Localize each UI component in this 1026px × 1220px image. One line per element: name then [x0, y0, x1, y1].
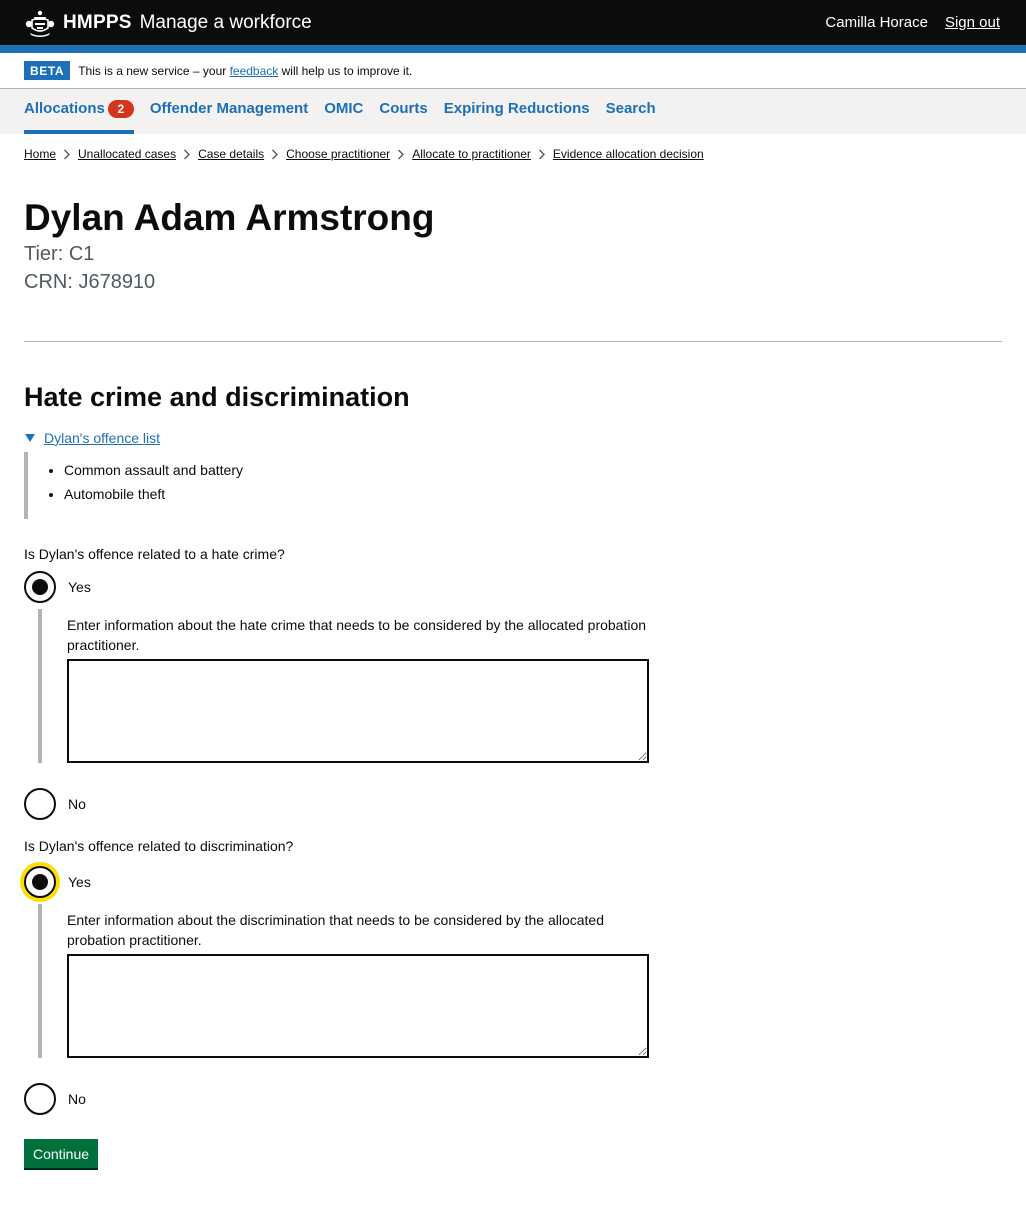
- hate-crime-conditional: Enter information about the hate crime t…: [38, 608, 1002, 763]
- breadcrumb: Home Unallocated cases Case details Choo…: [0, 134, 1026, 161]
- phase-banner-text: This is a new service – your feedback wi…: [78, 64, 412, 78]
- discrimination-yes-radio[interactable]: Yes: [24, 865, 1002, 898]
- continue-button[interactable]: Continue: [24, 1138, 99, 1168]
- chevron-right-icon: [176, 147, 198, 161]
- page-title: Dylan Adam Armstrong: [24, 197, 435, 238]
- main-content: Dylan Adam Armstrong Tier: C1 CRN: J6789…: [0, 197, 1026, 1168]
- crn-caption: CRN: J678910: [24, 270, 156, 293]
- radio-dot: [32, 873, 48, 890]
- offence-list-summary: Dylan's offence list: [44, 429, 161, 446]
- chevron-right-icon: [264, 147, 286, 161]
- chevron-right-icon: [531, 147, 553, 161]
- header-service-name[interactable]: Manage a workforce: [140, 12, 312, 34]
- nav-item-allocations[interactable]: Allocations 2: [24, 89, 134, 134]
- offence-item: Automobile theft: [64, 485, 1002, 503]
- discrimination-question-label: Is Dylan's offence related to discrimina…: [24, 837, 294, 854]
- discrimination-question: Is Dylan's offence related to discrimina…: [24, 837, 1002, 1115]
- radio-button-selected[interactable]: [24, 570, 56, 603]
- offence-list-body: Common assault and battery Automobile th…: [24, 451, 1002, 519]
- nav-item-label: Offender Management: [149, 100, 309, 117]
- hate-crime-no-radio[interactable]: No: [24, 787, 1002, 820]
- beta-tag: BETA: [24, 61, 71, 80]
- discrimination-textarea[interactable]: [67, 953, 649, 1058]
- radio-label: Yes: [68, 873, 91, 890]
- header-accent-bar: [0, 45, 1026, 53]
- section-heading: Hate crime and discrimination: [24, 381, 410, 412]
- radio-label: Yes: [68, 578, 91, 595]
- hate-crime-textarea[interactable]: [67, 658, 649, 763]
- nav-item-courts[interactable]: Courts: [379, 89, 427, 134]
- nav-item-omic[interactable]: OMIC: [324, 89, 363, 134]
- radio-dot: [32, 578, 48, 595]
- nav-item-label: Expiring Reductions: [443, 100, 590, 117]
- discrimination-hint: Enter information about the discriminati…: [67, 911, 604, 948]
- radio-button-selected[interactable]: [24, 865, 56, 898]
- breadcrumb-allocate-to-practitioner[interactable]: Allocate to practitioner: [412, 147, 531, 161]
- phase-text-before: This is a new service – your: [78, 63, 230, 78]
- chevron-right-icon: [56, 147, 78, 161]
- triangle-down-icon: [25, 433, 35, 442]
- hate-crime-question: Is Dylan's offence related to a hate cri…: [24, 545, 1002, 820]
- radio-label: No: [68, 795, 86, 812]
- phase-banner: BETA This is a new service – your feedba…: [0, 53, 1026, 89]
- nav-item-label: OMIC: [324, 100, 364, 117]
- feedback-link[interactable]: feedback: [230, 64, 279, 78]
- radio-button[interactable]: [24, 1082, 56, 1115]
- breadcrumb-evidence-allocation-decision[interactable]: Evidence allocation decision: [553, 147, 704, 161]
- offence-item: Common assault and battery: [64, 461, 1002, 479]
- nav-item-expiring-reductions[interactable]: Expiring Reductions: [444, 89, 590, 134]
- discrimination-conditional: Enter information about the discriminati…: [38, 903, 1002, 1058]
- offence-list-details: Dylan's offence list Common assault and …: [24, 430, 1002, 519]
- phase-text-after: will help us to improve it.: [278, 63, 413, 78]
- nav-item-label: Courts: [379, 100, 428, 117]
- header-org-name: HMPPS: [63, 11, 132, 33]
- nav-item-label: Search: [605, 100, 656, 117]
- hate-crime-yes-radio[interactable]: Yes: [24, 570, 1002, 603]
- chevron-right-icon: [390, 147, 412, 161]
- breadcrumb-case-details[interactable]: Case details: [198, 147, 264, 161]
- site-header: HMPPS Manage a workforce Camilla Horace …: [0, 0, 1026, 45]
- breadcrumb-unallocated-cases[interactable]: Unallocated cases: [78, 147, 176, 161]
- hate-crime-hint: Enter information about the hate crime t…: [67, 616, 647, 653]
- section-divider: [24, 340, 1002, 342]
- radio-button[interactable]: [24, 787, 56, 820]
- allocations-count-badge: 2: [107, 99, 134, 118]
- nav-item-search[interactable]: Search: [606, 89, 656, 134]
- header-brand[interactable]: HMPPS Manage a workforce: [24, 8, 312, 38]
- tier-caption: Tier: C1: [24, 242, 95, 265]
- breadcrumb-home[interactable]: Home: [24, 147, 56, 161]
- crown-crest-icon: [24, 8, 56, 38]
- hate-crime-question-label: Is Dylan's offence related to a hate cri…: [24, 545, 285, 562]
- discrimination-no-radio[interactable]: No: [24, 1082, 1002, 1115]
- breadcrumb-choose-practitioner[interactable]: Choose practitioner: [286, 147, 390, 161]
- nav-item-offender-management[interactable]: Offender Management: [150, 89, 308, 134]
- user-name: Camilla Horace: [825, 14, 928, 31]
- sign-out-link[interactable]: Sign out: [945, 14, 1000, 31]
- primary-navigation: Allocations 2 Offender Management OMIC C…: [0, 89, 1026, 134]
- nav-item-label: Allocations: [24, 100, 105, 117]
- radio-label: No: [68, 1090, 86, 1107]
- offence-list-toggle[interactable]: Dylan's offence list: [24, 430, 1002, 446]
